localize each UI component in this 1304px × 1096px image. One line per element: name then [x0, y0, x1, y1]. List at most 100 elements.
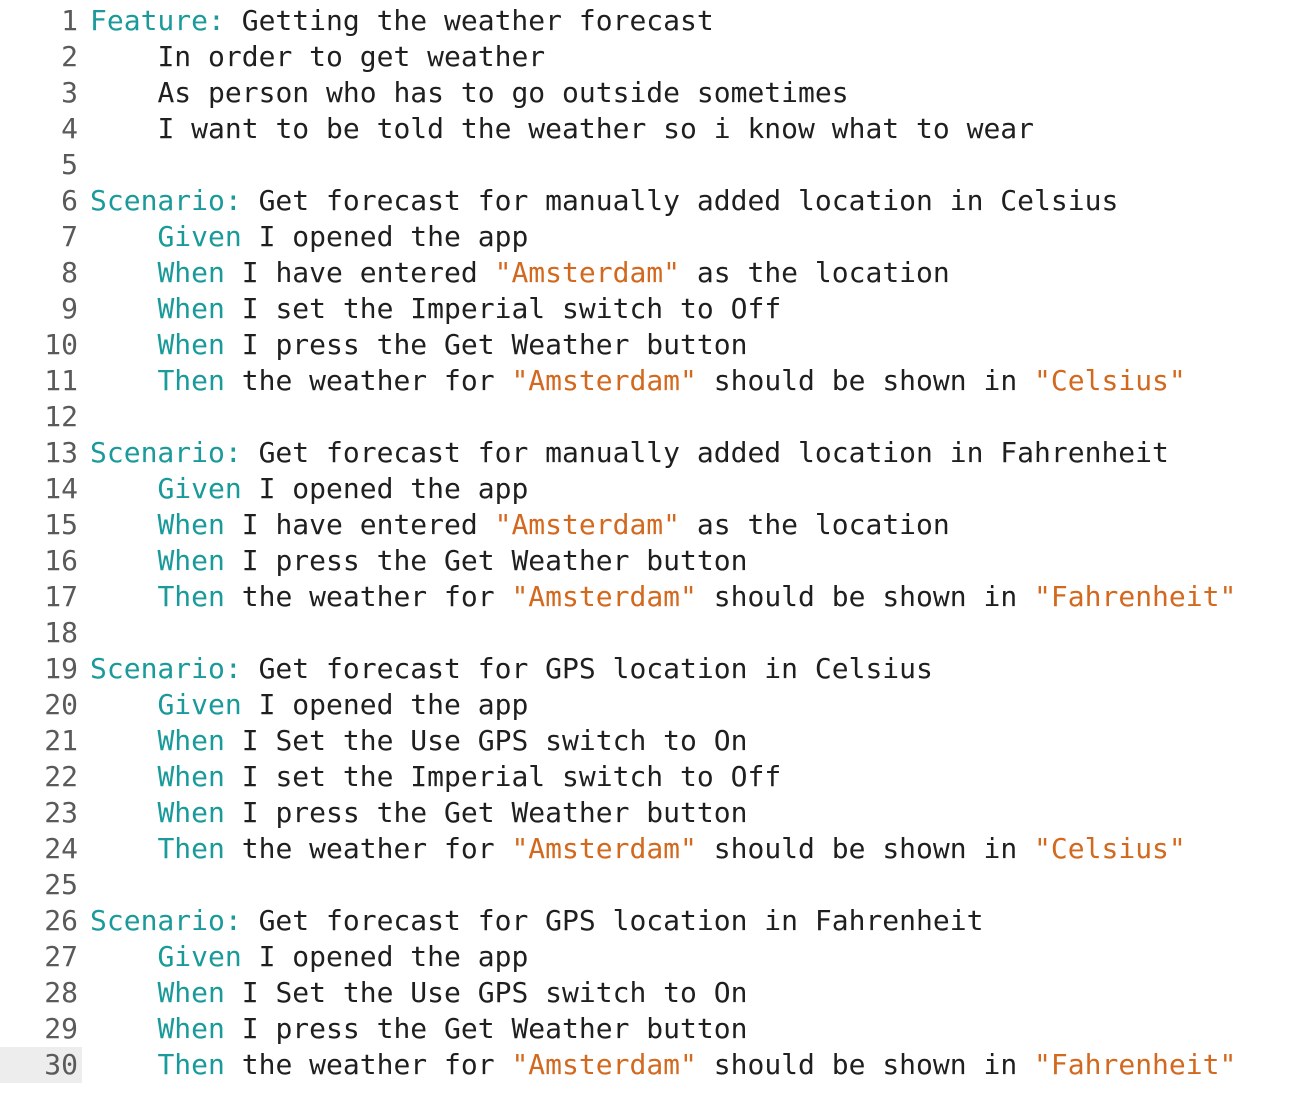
- code-line[interactable]: 17 Then the weather for "Amsterdam" shou…: [0, 579, 1304, 615]
- code-line[interactable]: 10 When I press the Get Weather button: [0, 327, 1304, 363]
- gherkin-keyword: When: [157, 760, 225, 793]
- code-token: should be shown in: [696, 832, 1035, 865]
- code-line[interactable]: 8 When I have entered "Amsterdam" as the…: [0, 255, 1304, 291]
- code-editor[interactable]: 1 Feature: Getting the weather forecast 2 …: [0, 3, 1304, 1083]
- code-line[interactable]: 25: [0, 867, 1304, 903]
- code-line[interactable]: 1 Feature: Getting the weather forecast: [0, 3, 1304, 39]
- line-number: 3: [61, 76, 78, 109]
- string-literal: "Amsterdam": [511, 580, 697, 613]
- code-line[interactable]: 13 Scenario: Get forecast for manually ad…: [0, 435, 1304, 471]
- gherkin-keyword: When: [157, 292, 225, 325]
- code-line[interactable]: 16 When I press the Get Weather button: [0, 543, 1304, 579]
- string-literal: "Amsterdam": [494, 508, 681, 541]
- code-line[interactable]: 22 When I set the Imperial switch to Off: [0, 759, 1304, 795]
- code-line[interactable]: 30 Then the weather for "Amsterdam" shou…: [0, 1047, 1304, 1083]
- code-line[interactable]: 3 As person who has to go outside someti…: [0, 75, 1304, 111]
- code-line[interactable]: 23 When I press the Get Weather button: [0, 795, 1304, 831]
- code-token: the weather for: [224, 364, 512, 397]
- code-token: I set the Imperial switch to Off: [224, 292, 782, 325]
- code-token: the weather for: [224, 580, 512, 613]
- code-token: I set the Imperial switch to Off: [224, 760, 782, 793]
- code-line[interactable]: 26 Scenario: Get forecast for GPS locatio…: [0, 903, 1304, 939]
- code-text: Scenario: Get forecast for manually adde…: [80, 183, 1304, 219]
- gherkin-keyword: When: [157, 328, 225, 361]
- string-literal: "Fahrenheit": [1034, 1048, 1237, 1081]
- code-text: Given I opened the app: [80, 219, 1304, 255]
- code-token: I Set the Use GPS switch to On: [224, 724, 748, 757]
- code-line[interactable]: 15 When I have entered "Amsterdam" as th…: [0, 507, 1304, 543]
- line-number: 8: [61, 256, 78, 289]
- line-number: 29: [44, 1012, 78, 1045]
- code-text: Then the weather for "Amsterdam" should …: [80, 363, 1304, 399]
- code-line[interactable]: 12: [0, 399, 1304, 435]
- code-line[interactable]: 21 When I Set the Use GPS switch to On: [0, 723, 1304, 759]
- code-token: Get forecast for GPS location in Celsius: [241, 652, 933, 685]
- gherkin-keyword: Given: [157, 220, 242, 253]
- code-text: When I have entered "Amsterdam" as the l…: [80, 255, 1304, 291]
- code-text: Then the weather for "Amsterdam" should …: [80, 1047, 1304, 1083]
- code-text: I want to be told the weather so i know …: [80, 111, 1304, 147]
- string-literal: "Amsterdam": [511, 1048, 697, 1081]
- code-text: Then the weather for "Amsterdam" should …: [80, 831, 1304, 867]
- code-text: When I set the Imperial switch to Off: [80, 759, 1304, 795]
- code-text: Scenario: Get forecast for GPS location …: [80, 903, 1304, 939]
- code-token: I press the Get Weather button: [224, 796, 748, 829]
- code-line[interactable]: 24 Then the weather for "Amsterdam" shou…: [0, 831, 1304, 867]
- code-line[interactable]: 29 When I press the Get Weather button: [0, 1011, 1304, 1047]
- line-number: 19: [44, 652, 78, 685]
- line-number: 6: [61, 184, 78, 217]
- code-text: When I Set the Use GPS switch to On: [80, 975, 1304, 1011]
- code-text: Feature: Getting the weather forecast: [80, 3, 1304, 39]
- code-line[interactable]: 7 Given I opened the app: [0, 219, 1304, 255]
- code-line[interactable]: 18: [0, 615, 1304, 651]
- code-text: Given I opened the app: [80, 687, 1304, 723]
- code-line[interactable]: 9 When I set the Imperial switch to Off: [0, 291, 1304, 327]
- gherkin-keyword: When: [157, 544, 225, 577]
- code-text: When I have entered "Amsterdam" as the l…: [80, 507, 1304, 543]
- gherkin-keyword: Then: [157, 580, 225, 613]
- code-text: Scenario: Get forecast for manually adde…: [80, 435, 1304, 471]
- code-line[interactable]: 28 When I Set the Use GPS switch to On: [0, 975, 1304, 1011]
- line-number: 21: [44, 724, 78, 757]
- line-number: 2: [61, 40, 78, 73]
- gherkin-keyword: Scenario:: [90, 184, 242, 217]
- code-line[interactable]: 5: [0, 147, 1304, 183]
- code-line[interactable]: 6 Scenario: Get forecast for manually add…: [0, 183, 1304, 219]
- code-token: the weather for: [224, 832, 512, 865]
- code-line[interactable]: 4 I want to be told the weather so i kno…: [0, 111, 1304, 147]
- code-token: I press the Get Weather button: [224, 544, 748, 577]
- code-text: When I Set the Use GPS switch to On: [80, 723, 1304, 759]
- string-literal: "Amsterdam": [511, 364, 697, 397]
- code-token: I opened the app: [241, 472, 529, 505]
- code-line[interactable]: 27 Given I opened the app: [0, 939, 1304, 975]
- code-text: When I set the Imperial switch to Off: [80, 291, 1304, 327]
- line-number: 27: [44, 940, 78, 973]
- line-number: 7: [61, 220, 78, 253]
- code-line[interactable]: 19 Scenario: Get forecast for GPS locatio…: [0, 651, 1304, 687]
- code-line[interactable]: 20 Given I opened the app: [0, 687, 1304, 723]
- string-literal: "Amsterdam": [511, 832, 697, 865]
- code-line[interactable]: 2 In order to get weather: [0, 39, 1304, 75]
- code-token: should be shown in: [696, 1048, 1035, 1081]
- code-token: the weather for: [224, 1048, 512, 1081]
- line-number: 11: [44, 364, 78, 397]
- gherkin-keyword: When: [157, 508, 225, 541]
- code-line[interactable]: 14 Given I opened the app: [0, 471, 1304, 507]
- gherkin-keyword: When: [157, 1012, 225, 1045]
- gherkin-keyword: Scenario:: [90, 904, 242, 937]
- code-line[interactable]: 11 Then the weather for "Amsterdam" shou…: [0, 363, 1304, 399]
- line-number: 5: [61, 148, 78, 181]
- line-number: 4: [61, 112, 78, 145]
